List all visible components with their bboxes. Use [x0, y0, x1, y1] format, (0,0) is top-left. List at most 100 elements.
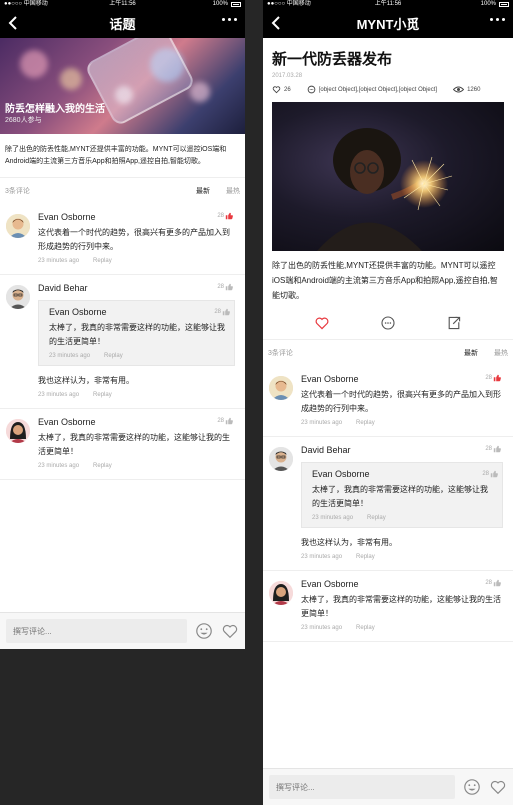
commenter-name[interactable]: Evan Osborne: [301, 373, 503, 386]
thumbs-up-icon[interactable]: [225, 417, 233, 425]
comment-text: 我也这样认为，非常有用。: [38, 376, 134, 385]
battery-icon: [499, 1, 509, 7]
sort-hottest-tab[interactable]: 最热: [494, 348, 508, 358]
comment-input[interactable]: [6, 619, 187, 643]
avatar[interactable]: [6, 419, 30, 443]
comment-time: 23 minutes ago: [312, 515, 354, 521]
thumbs-up-icon[interactable]: [225, 283, 233, 291]
comments-stat[interactable]: [object Object],[object Object],[object …: [307, 85, 437, 94]
commenter-name[interactable]: Evan Osborne: [301, 578, 503, 591]
quoted-text: 太棒了，我真的非常需要这样的功能，这能够让我的生活更简单！: [312, 485, 488, 508]
heart-icon: [272, 86, 281, 94]
emoji-icon[interactable]: [463, 778, 481, 796]
thumbs-up-icon[interactable]: [225, 212, 233, 220]
comment-item: Evan Osborne 28 这代表着一个时代的趋势，很高兴有更多的产品加入到…: [0, 204, 245, 275]
reply-link[interactable]: Replay: [93, 463, 112, 469]
share-icon[interactable]: [446, 315, 462, 331]
topic-hero-image[interactable]: 防丢怎样融入我的生活 2680人参与: [0, 38, 245, 134]
comment-item: Evan Osborne 28 太棒了，我真的非常需要这样的功能，这能够让我的生…: [0, 409, 245, 480]
sort-bar: 3条评论 最新 最热: [0, 178, 245, 204]
like-count[interactable]: 28: [217, 212, 233, 220]
topic-description: 除了出色的防丢性能,MYNT还提供丰富的功能。MYNT可以遥控iOS端和Andr…: [0, 134, 245, 178]
like-heart-icon[interactable]: [314, 315, 330, 331]
avatar[interactable]: [6, 285, 30, 309]
comment-item: Evan Osborne 28 太棒了，我真的非常需要这样的功能，这能够让我的生…: [263, 571, 513, 642]
quoted-name[interactable]: Evan Osborne: [312, 468, 494, 481]
comment-bubble-icon[interactable]: [380, 315, 396, 331]
reply-link[interactable]: Replay: [356, 625, 375, 631]
battery-icon: [231, 1, 241, 7]
article-stats: 26 [object Object],[object Object],[obje…: [263, 79, 513, 94]
commenter-name[interactable]: David Behar: [301, 444, 503, 457]
comment-input-bar: [263, 768, 513, 805]
comment-time: 23 minutes ago: [301, 420, 343, 426]
comment-input[interactable]: [269, 775, 455, 799]
like-count[interactable]: 28: [485, 579, 501, 587]
likes-stat[interactable]: 26: [272, 85, 291, 94]
topic-screen: ●●○○○ 中国移动 上午11:56 100% 话题 防丢怎样融入我的生活 26…: [0, 0, 245, 649]
heart-icon[interactable]: [489, 778, 507, 796]
back-arrow-icon[interactable]: [6, 15, 22, 31]
battery-label: 100%: [480, 1, 496, 7]
sort-latest-tab[interactable]: 最新: [196, 186, 210, 196]
nav-title: 话题: [109, 16, 136, 32]
quoted-name[interactable]: Evan Osborne: [49, 306, 226, 319]
reply-link[interactable]: Replay: [356, 420, 375, 426]
reply-link[interactable]: Replay: [367, 515, 386, 521]
avatar[interactable]: [269, 376, 293, 400]
comment-time: 23 minutes ago: [49, 353, 91, 359]
nav-title: MYNT小觅: [356, 16, 420, 32]
comment-time: 23 minutes ago: [38, 463, 80, 469]
reply-link[interactable]: Replay: [104, 353, 123, 359]
thumbs-up-icon[interactable]: [493, 445, 501, 453]
nav-bar: 话题: [0, 8, 245, 38]
like-count[interactable]: 28: [485, 374, 501, 382]
emoji-icon[interactable]: [195, 622, 213, 640]
commenter-name[interactable]: David Behar: [38, 282, 235, 295]
thumbs-up-icon[interactable]: [222, 308, 230, 316]
like-count[interactable]: 28: [217, 417, 233, 425]
thumbs-up-icon[interactable]: [490, 470, 498, 478]
comment-count: 3条评论: [268, 350, 293, 357]
sort-latest-tab[interactable]: 最新: [464, 348, 478, 358]
like-count[interactable]: 28: [214, 308, 230, 316]
carrier-label: ●●○○○ 中国移动: [267, 1, 311, 7]
avatar[interactable]: [269, 581, 293, 605]
avatar[interactable]: [6, 214, 30, 238]
comment-text: 太棒了，我真的非常需要这样的功能，这能够让我的生活更简单！: [38, 433, 230, 456]
commenter-name[interactable]: Evan Osborne: [38, 416, 235, 429]
sort-hottest-tab[interactable]: 最热: [226, 186, 240, 196]
views-stat: 1260: [453, 85, 480, 94]
reply-link[interactable]: Replay: [93, 392, 112, 398]
comment-text: 这代表着一个时代的趋势，很高兴有更多的产品加入到形成趋势的行列中来。: [301, 390, 501, 413]
avatar[interactable]: [269, 447, 293, 471]
commenter-name[interactable]: Evan Osborne: [38, 211, 235, 224]
comment-item: David Behar 28 Evan Osborne 28 太棒了，我真的非常…: [263, 437, 513, 571]
status-bar: ●●○○○ 中国移动 上午11:56 100%: [263, 0, 513, 8]
article-body: 除了出色的防丢性能,MYNT还提供丰富的功能。MYNT可以遥控iOS端和Andr…: [272, 261, 498, 300]
reply-link[interactable]: Replay: [93, 258, 112, 264]
thumbs-up-icon[interactable]: [493, 374, 501, 382]
carrier-label: ●●○○○ 中国移动: [4, 1, 48, 7]
like-count[interactable]: 28: [482, 470, 498, 478]
thumbs-up-icon[interactable]: [493, 579, 501, 587]
nav-bar: MYNT小觅: [263, 8, 513, 38]
comment-bubble-icon: [307, 85, 316, 94]
comment-time: 23 minutes ago: [38, 258, 80, 264]
hero-subtitle: 2680人参与: [5, 117, 42, 124]
back-arrow-icon[interactable]: [269, 15, 285, 31]
heart-icon[interactable]: [221, 622, 239, 640]
hero-title: 防丢怎样融入我的生活: [5, 104, 105, 115]
like-count[interactable]: 28: [485, 445, 501, 453]
like-count[interactable]: 28: [217, 283, 233, 291]
more-icon[interactable]: [222, 18, 237, 21]
status-bar: ●●○○○ 中国移动 上午11:56 100%: [0, 0, 245, 8]
quoted-comment: Evan Osborne 28 太棒了，我真的非常需要这样的功能，这能够让我的生…: [38, 300, 235, 366]
reply-link[interactable]: Replay: [356, 554, 375, 560]
comment-time: 23 minutes ago: [38, 392, 80, 398]
comment-input-bar: [0, 612, 245, 649]
more-icon[interactable]: [490, 18, 505, 21]
article-photo[interactable]: [272, 102, 504, 251]
comment-text: 我也这样认为，非常有用。: [301, 538, 397, 547]
article-date: 2017.03.28: [272, 73, 303, 79]
